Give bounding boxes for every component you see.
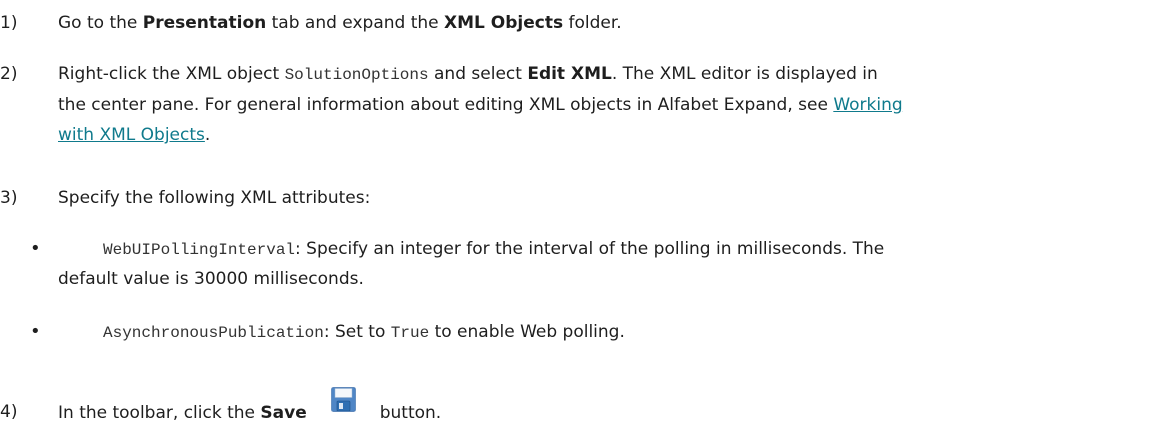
bullet-text: WebUIPollingInterval: Specify an integer… — [103, 234, 1163, 265]
step-text: In the toolbar, click the Save button. — [58, 387, 1162, 428]
step-text-part: . — [204, 125, 211, 145]
bullet-text-continuation: default value is 30000 milliseconds. — [58, 269, 364, 289]
save-floppy-icon — [330, 387, 356, 422]
step-text-part: folder. — [563, 13, 622, 33]
step-text-part: button. — [379, 403, 442, 423]
step-text: Right-click the XML object SolutionOptio… — [58, 59, 1162, 150]
step-number: 4) — [0, 402, 18, 422]
step-line: with XML Objects. — [58, 120, 1162, 150]
step-3: 3) Specify the following XML attributes: — [0, 183, 1164, 213]
code-true: True — [390, 324, 430, 342]
step-number: 3) — [0, 188, 18, 208]
bullet-text-part: : Specify an integer for the interval of… — [295, 239, 885, 259]
step-text-part: Go to the — [58, 13, 143, 33]
step-1: 1) Go to the Presentation tab and expand… — [0, 8, 1164, 38]
step-text-part: In the toolbar, click the — [58, 403, 261, 423]
working-with-xml-objects-link-cont[interactable]: with XML Objects — [58, 125, 205, 145]
code-webui-polling-interval: WebUIPollingInterval — [103, 241, 296, 259]
bullet-icon: • — [30, 321, 41, 342]
bullet-text: AsynchronousPublication: Set to True to … — [103, 317, 1163, 348]
step-text-part: Right-click the XML object — [58, 64, 285, 84]
step-line: the center pane. For general information… — [58, 90, 1162, 120]
step-2: 2) Right-click the XML object SolutionOp… — [0, 59, 1164, 149]
bullet-item: • AsynchronousPublication: Set to True t… — [0, 317, 1164, 347]
step-text-part: . The XML editor is displayed in — [611, 64, 878, 84]
working-with-xml-objects-link[interactable]: Working — [833, 95, 902, 115]
step-4: 4) In the toolbar, click the Save button… — [0, 387, 1164, 437]
step-number: 1) — [0, 13, 18, 33]
edit-xml-label: Edit XML — [527, 64, 612, 84]
bullet-icon: • — [30, 238, 41, 259]
step-text: Go to the Presentation tab and expand th… — [58, 8, 1162, 38]
code-asynchronous-publication: AsynchronousPublication — [103, 324, 324, 342]
bullet-item: • WebUIPollingInterval: Specify an integ… — [0, 234, 1164, 294]
step-line: Right-click the XML object SolutionOptio… — [58, 59, 1162, 90]
xml-objects-folder-label: XML Objects — [444, 13, 564, 33]
step-text-part: the center pane. For general information… — [58, 95, 834, 115]
save-label: Save — [260, 403, 307, 423]
bullet-text-part: : Set to — [323, 322, 391, 342]
code-solution-options: SolutionOptions — [284, 66, 429, 84]
step-text-part: and select — [428, 64, 528, 84]
step-text: Specify the following XML attributes: — [58, 188, 371, 208]
presentation-tab-label: Presentation — [142, 13, 267, 33]
bullet-text-part: to enable Web polling. — [429, 322, 625, 342]
step-text-part: tab and expand the — [266, 13, 445, 33]
step-number: 2) — [0, 64, 18, 84]
